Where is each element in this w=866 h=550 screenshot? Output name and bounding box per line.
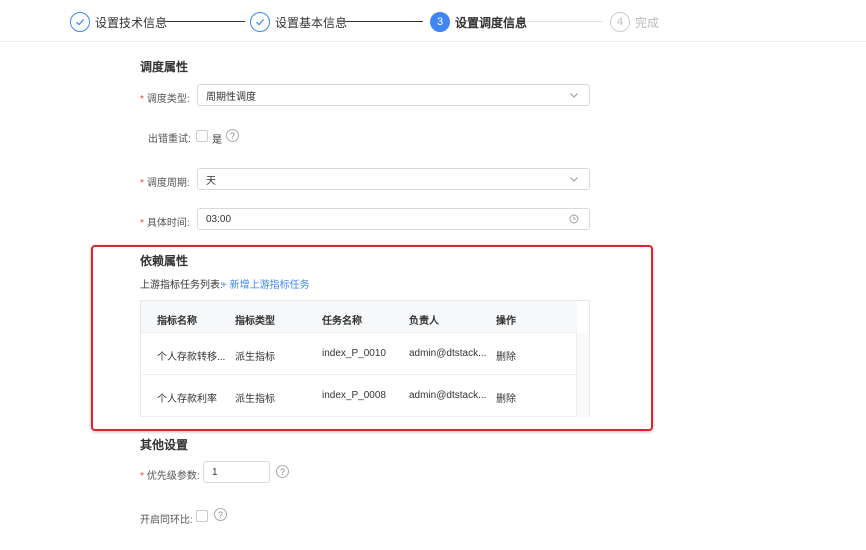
step-4-label: 完成 — [635, 15, 660, 30]
step-4[interactable]: 4 完成 — [610, 12, 659, 32]
chevron-down-icon — [570, 93, 578, 98]
schedule-period-label: * 调度周期: — [140, 178, 190, 189]
cycle-compare-label: 开启同环比: — [140, 515, 193, 526]
step-connector — [525, 21, 603, 22]
schedule-type-value: 周期性调度 — [206, 91, 256, 103]
priority-input[interactable]: 1 — [203, 461, 270, 483]
specific-time-value: 03:00 — [206, 213, 232, 225]
check-icon — [250, 12, 270, 32]
retry-label: 出错重试: — [148, 134, 191, 145]
retry-checkbox[interactable] — [196, 130, 208, 142]
help-icon[interactable]: ? — [226, 129, 239, 142]
step-2[interactable]: 设置基本信息 — [250, 12, 347, 32]
dependency-highlight-box — [91, 245, 653, 431]
step-3[interactable]: 3 设置调度信息 — [430, 12, 527, 32]
step-1-label: 设置技术信息 — [95, 15, 168, 30]
step-3-number: 3 — [430, 12, 450, 32]
priority-value: 1 — [212, 466, 218, 478]
schedule-section-title: 调度属性 — [140, 60, 189, 74]
step-1[interactable]: 设置技术信息 — [70, 12, 167, 32]
schedule-type-label: * 调度类型: — [140, 94, 190, 105]
step-4-number: 4 — [610, 12, 630, 32]
step-2-label: 设置基本信息 — [275, 15, 348, 30]
check-icon — [70, 12, 90, 32]
priority-label: * 优先级参数: — [140, 471, 200, 482]
step-3-label: 设置调度信息 — [455, 15, 528, 30]
step-connector — [165, 21, 245, 22]
schedule-period-value: 天 — [206, 175, 216, 187]
specific-time-label: * 具体时间: — [140, 218, 190, 229]
schedule-period-select[interactable]: 天 — [197, 168, 590, 190]
specific-time-picker[interactable]: 03:00 — [197, 208, 590, 230]
step-connector — [345, 21, 423, 22]
other-section-title: 其他设置 — [140, 438, 189, 452]
retry-option-label: 是 — [212, 135, 222, 146]
steps-bar: 设置技术信息 设置基本信息 3 设置调度信息 4 完成 — [0, 0, 866, 42]
help-icon[interactable]: ? — [214, 508, 227, 521]
help-icon[interactable]: ? — [276, 465, 289, 478]
schedule-type-select[interactable]: 周期性调度 — [197, 84, 590, 106]
clock-icon — [569, 214, 579, 224]
chevron-down-icon — [570, 177, 578, 182]
cycle-compare-checkbox[interactable] — [196, 510, 208, 522]
